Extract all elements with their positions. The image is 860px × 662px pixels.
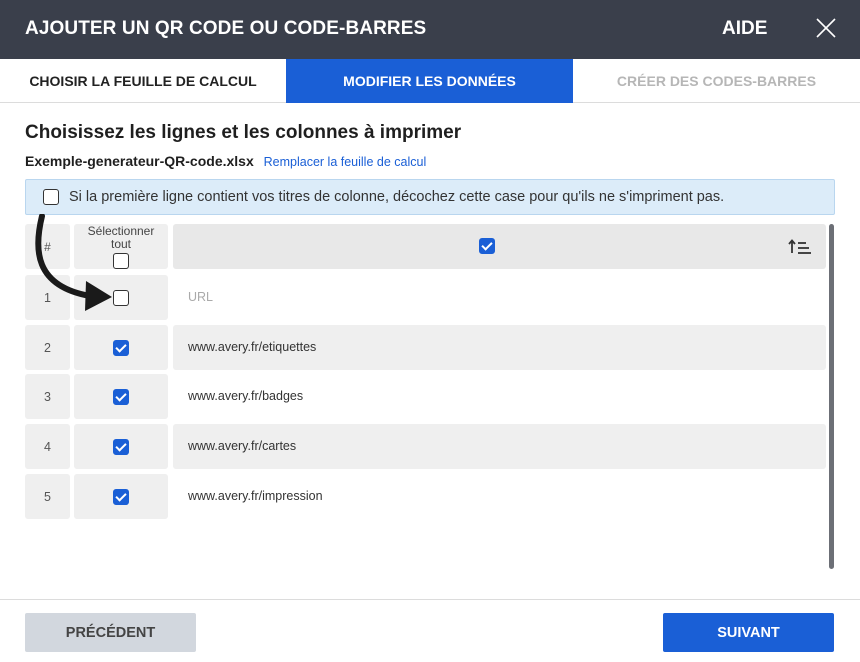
dialog-footer: PRÉCÉDENT SUIVANT <box>0 599 860 662</box>
table-scrollbar[interactable] <box>829 224 834 569</box>
tab-edit-data[interactable]: MODIFIER LES DONNÉES <box>286 59 573 103</box>
table-row-value: www.avery.fr/badges <box>173 374 826 419</box>
file-name: Exemple-generateur-QR-code.xlsx <box>25 153 254 169</box>
row-checkbox[interactable] <box>113 339 129 356</box>
row-number-header: # <box>25 224 70 269</box>
row-number: 2 <box>25 325 70 370</box>
row-number: 1 <box>25 275 70 320</box>
row-select-cell <box>74 474 168 519</box>
row-checkbox[interactable] <box>113 438 129 455</box>
select-all-checkbox[interactable] <box>113 253 129 269</box>
row-number: 3 <box>25 374 70 419</box>
row-select-cell <box>74 374 168 419</box>
file-row: Exemple-generateur-QR-code.xlsx Remplace… <box>25 153 426 169</box>
table-row-value: www.avery.fr/cartes <box>173 424 826 469</box>
close-icon[interactable] <box>815 17 837 39</box>
page-title: Choisissez les lignes et les colonnes à … <box>25 122 462 143</box>
table-row-value: www.avery.fr/etiquettes <box>173 325 826 370</box>
table-row-value: www.avery.fr/impression <box>173 474 826 519</box>
tab-choose-spreadsheet[interactable]: CHOISIR LA FEUILLE DE CALCUL <box>0 59 286 102</box>
dialog-header: AJOUTER UN QR CODE OU CODE-BARRES AIDE <box>0 0 860 59</box>
select-all-header: Sélectionner tout <box>74 224 168 269</box>
row-select-cell <box>74 275 168 320</box>
previous-button[interactable]: PRÉCÉDENT <box>25 613 196 652</box>
header-row-checkbox[interactable] <box>43 189 59 205</box>
row-checkbox[interactable] <box>113 488 129 505</box>
header-row-notice: Si la première ligne contient vos titres… <box>25 179 835 215</box>
sort-icon[interactable] <box>787 237 813 257</box>
row-number: 4 <box>25 424 70 469</box>
help-button[interactable]: AIDE <box>722 18 767 40</box>
header-row-notice-text: Si la première ligne contient vos titres… <box>69 189 725 205</box>
row-select-cell <box>74 325 168 370</box>
step-tabs: CHOISIR LA FEUILLE DE CALCUL MODIFIER LE… <box>0 59 860 103</box>
column-header <box>173 224 826 269</box>
column-checkbox[interactable] <box>479 238 495 254</box>
next-button[interactable]: SUIVANT <box>663 613 834 652</box>
row-checkbox[interactable] <box>113 388 129 405</box>
replace-spreadsheet-link[interactable]: Remplacer la feuille de calcul <box>264 155 427 169</box>
dialog-title: AJOUTER UN QR CODE OU CODE-BARRES <box>25 18 427 39</box>
row-select-cell <box>74 424 168 469</box>
row-number: 5 <box>25 474 70 519</box>
row-checkbox[interactable] <box>113 289 129 306</box>
table-row-value: URL <box>173 275 826 320</box>
select-all-label-2: tout <box>110 237 131 251</box>
tab-create-barcodes: CRÉER DES CODES-BARRES <box>616 72 817 89</box>
